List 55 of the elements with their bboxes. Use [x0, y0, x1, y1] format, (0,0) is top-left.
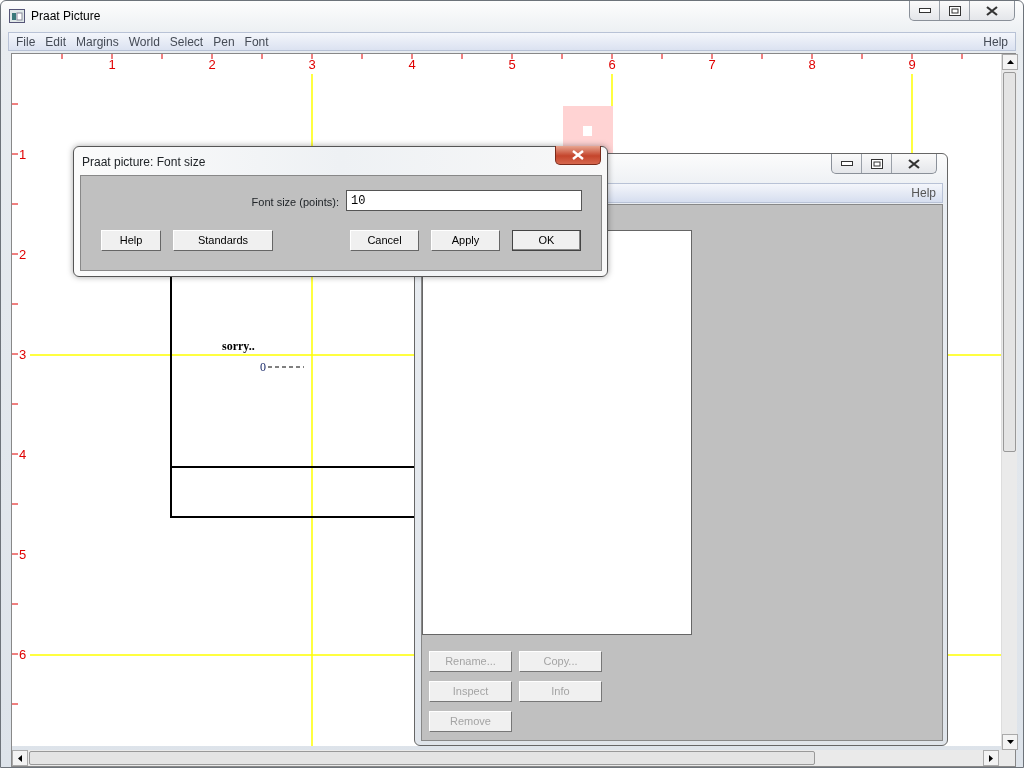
up-arrow-icon — [1006, 60, 1014, 64]
ruler-label: 8 — [808, 57, 816, 72]
menu-item[interactable]: World — [123, 32, 165, 51]
ruler-label: 2 — [208, 57, 216, 72]
menu-item[interactable]: Help — [911, 184, 936, 202]
scroll-right-button[interactable] — [983, 750, 999, 766]
menu-item[interactable]: Edit — [40, 32, 72, 51]
menu-item[interactable]: Font — [239, 32, 274, 51]
close-icon — [572, 150, 584, 160]
scroll-up-button[interactable] — [1002, 54, 1018, 70]
ruler-label: 9 — [908, 57, 916, 72]
close-icon — [986, 5, 998, 16]
field-label: Font size (points): — [250, 195, 339, 210]
down-arrow-icon — [1006, 740, 1014, 744]
dialog-button[interactable]: Standards — [173, 230, 273, 251]
dialog-button[interactable]: OK — [512, 230, 581, 251]
ruler-label: 6 — [19, 647, 27, 662]
left-arrow-icon — [18, 754, 22, 762]
menu-item[interactable]: File — [11, 32, 41, 51]
minimize-icon — [840, 160, 853, 167]
dialog-title: Praat picture: Font size — [82, 154, 206, 171]
close-icon — [908, 158, 920, 169]
minimize-icon — [918, 7, 931, 14]
menu-item[interactable]: Pen — [208, 32, 240, 51]
dashed-line — [267, 366, 305, 368]
dialog-button[interactable]: Apply — [431, 230, 500, 251]
ruler-label: 4 — [408, 57, 416, 72]
menu-item[interactable]: Help — [978, 32, 1013, 51]
ruler-label: 3 — [308, 57, 316, 72]
ruler-label: 4 — [19, 447, 27, 462]
ruler-label: 2 — [19, 247, 27, 262]
dialog-button[interactable]: Cancel — [350, 230, 419, 251]
menu-item[interactable]: Select — [164, 32, 209, 51]
ruler-label: 1 — [19, 147, 27, 162]
ruler-label: 3 — [19, 347, 27, 362]
window-title: Praat Picture — [31, 8, 101, 25]
right-arrow-icon — [989, 754, 993, 762]
maximize-icon — [870, 158, 883, 169]
scrollbar-thumb[interactable] — [1003, 72, 1016, 452]
maximize-icon — [948, 5, 961, 16]
ruler-label: 5 — [508, 57, 516, 72]
window-icon — [9, 9, 25, 23]
scroll-left-button[interactable] — [12, 750, 28, 766]
scroll-down-button[interactable] — [1002, 734, 1018, 750]
ruler-label: 1 — [108, 57, 116, 72]
ruler-label: 6 — [608, 57, 616, 72]
ruler-label: 7 — [708, 57, 716, 72]
input-field[interactable]: 10 — [346, 190, 582, 211]
ruler-label: 5 — [19, 547, 27, 562]
close-button[interactable] — [555, 146, 601, 165]
text-label: sorry.. — [222, 339, 255, 353]
scrollbar-thumb[interactable] — [29, 751, 815, 765]
axis-value: 0 — [260, 360, 266, 374]
dialog-button[interactable]: Help — [101, 230, 161, 251]
menu-item[interactable]: Margins — [71, 32, 124, 51]
